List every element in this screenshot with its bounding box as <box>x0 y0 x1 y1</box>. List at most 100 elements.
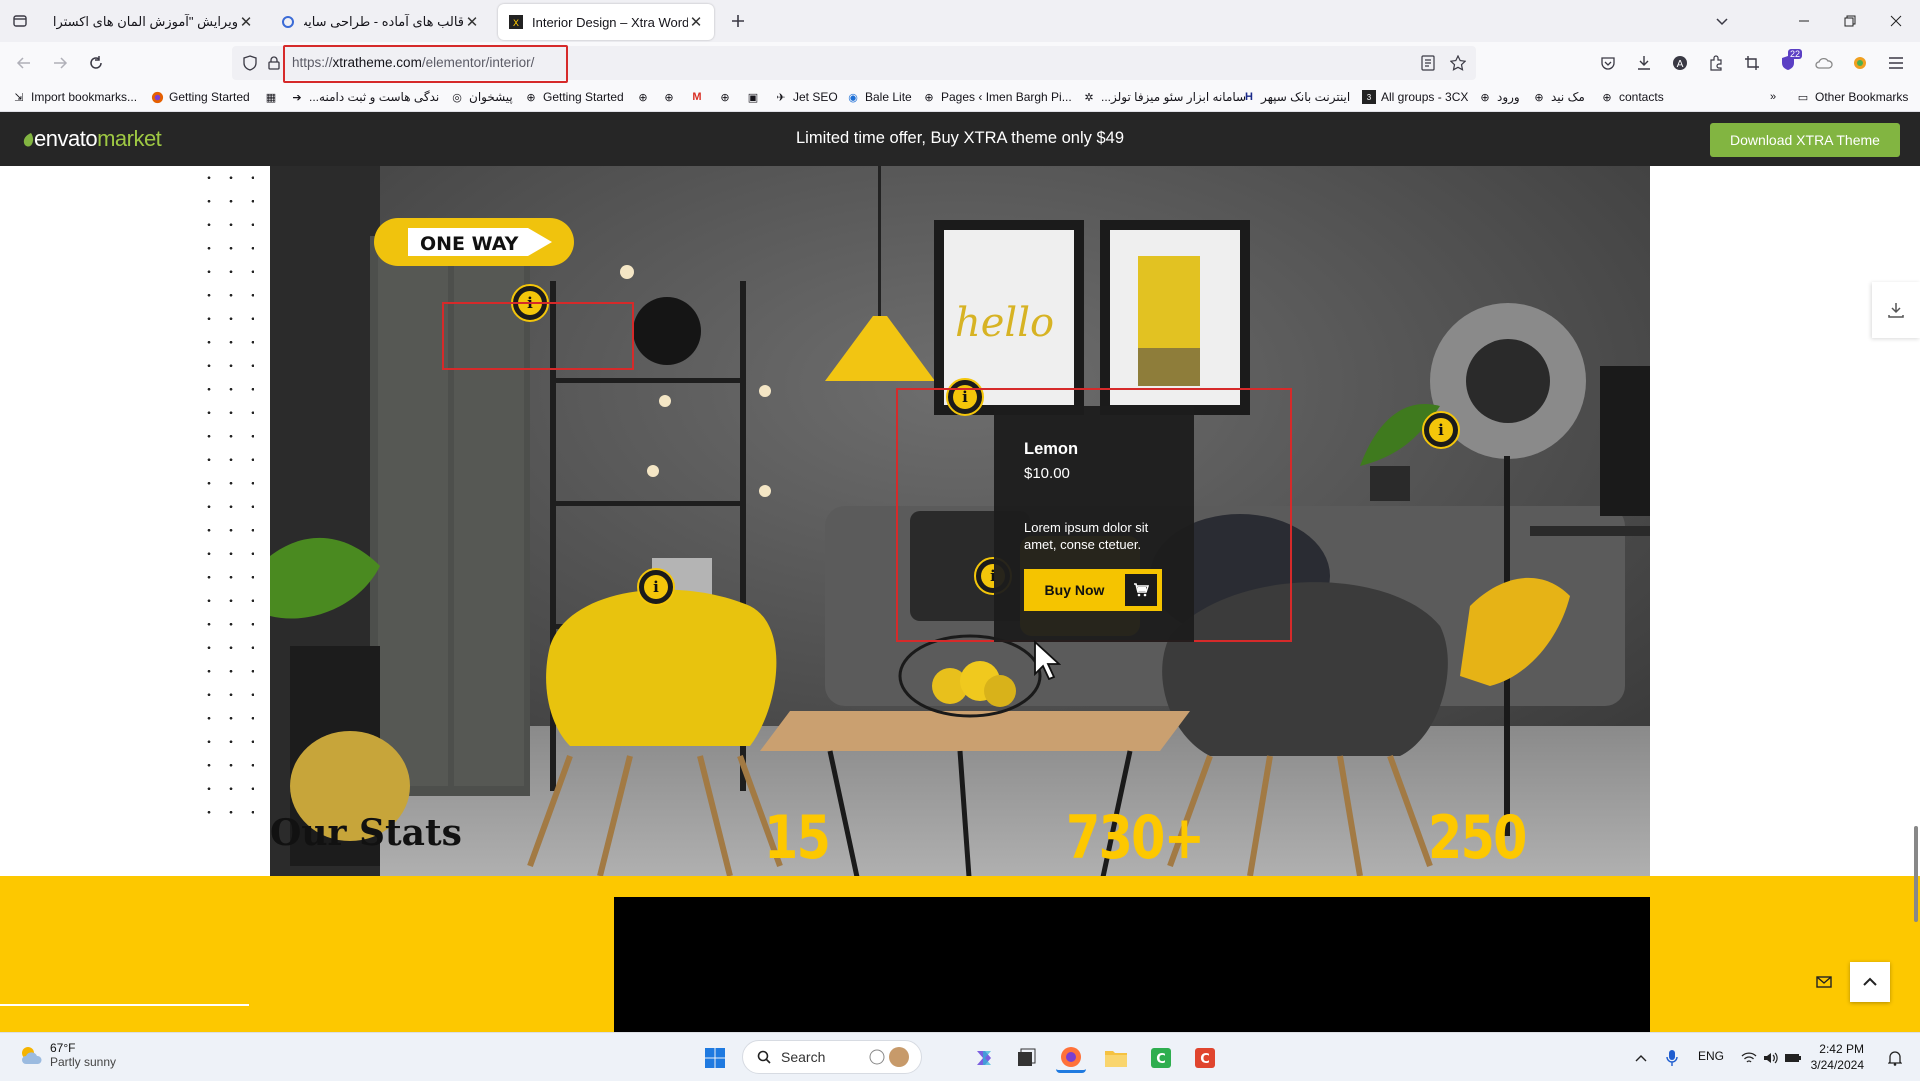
tab-templates[interactable]: قالب های آماده - طراحی سایت ... ✕ <box>270 4 490 40</box>
bookmark-jet-seo[interactable]: ✈ Jet SEO <box>774 90 837 104</box>
downloads-icon[interactable] <box>1628 47 1660 79</box>
notification-bell-icon[interactable] <box>1880 1043 1910 1073</box>
bookmark-other[interactable]: ▭ Other Bookmarks <box>1796 90 1909 104</box>
side-download-button[interactable] <box>1872 282 1920 338</box>
windows-start-icon[interactable] <box>700 1043 730 1073</box>
bookmark-label: ...سامانه ابزار سئو میزفا تولز <box>1101 90 1247 104</box>
extensions-icon[interactable] <box>1700 47 1732 79</box>
copilot-icon[interactable] <box>969 1043 999 1073</box>
colorful-extension-icon[interactable] <box>1844 47 1876 79</box>
bookmark-hosting[interactable]: ➔ ...ندگی هاست و ثبت دامنه <box>290 90 439 104</box>
bookmark-getting-started-2[interactable]: ⊕ Getting Started <box>524 90 623 104</box>
search-highlight-illustration <box>865 1045 913 1069</box>
globe-icon: ⊕ <box>924 91 934 104</box>
tab-element-edit[interactable]: ویرایش "آموزش المان های اکسترا – عل ✕ <box>42 4 264 40</box>
camtasia-red-icon[interactable]: C <box>1190 1043 1220 1073</box>
buy-now-button[interactable]: Buy Now <box>1024 569 1162 611</box>
bookmark-getting-started[interactable]: Getting Started <box>150 90 250 104</box>
bookmark-globe-1[interactable]: ⊕ <box>636 90 655 104</box>
tray-chevron-up-icon[interactable] <box>1626 1043 1656 1073</box>
forward-icon[interactable] <box>44 47 76 79</box>
screenshot-crop-icon[interactable] <box>1736 47 1768 79</box>
pocket-icon[interactable] <box>1592 47 1624 79</box>
globe-icon: ⊕ <box>1602 91 1612 104</box>
file-explorer-icon[interactable] <box>1101 1043 1131 1073</box>
bookmark-login[interactable]: ⊕ ورود <box>1478 90 1519 104</box>
page-scrollbar[interactable] <box>1914 826 1918 922</box>
svg-text:C: C <box>1156 1052 1166 1067</box>
taskbar-search[interactable]: Search <box>742 1040 922 1074</box>
bookmark-pages[interactable]: ⊕ Pages ‹ Imen Bargh Pi... <box>922 90 1072 104</box>
task-view-icon[interactable] <box>1011 1043 1041 1073</box>
search-placeholder: Search <box>781 1049 826 1065</box>
browser-tab-bar: ویرایش "آموزش المان های اکسترا – عل ✕ قا… <box>0 0 1920 42</box>
gear-logo-icon: ✲ <box>1084 91 1094 104</box>
stats-numbers-panel <box>614 897 1650 1032</box>
url-domain: xtratheme.com <box>332 55 422 70</box>
envato-offer-text: Limited time offer, Buy XTRA theme only … <box>795 129 1125 147</box>
microphone-icon[interactable] <box>1657 1043 1687 1073</box>
contact-mail-button[interactable] <box>1804 962 1844 1002</box>
bookmark-globe-2[interactable]: ⊕ <box>662 90 681 104</box>
gmail-icon: M <box>692 91 702 103</box>
bookmark-bale-lite[interactable]: ◉ Bale Lite <box>846 90 912 104</box>
bookmark-globe-3[interactable]: ⊕ <box>718 90 737 104</box>
page-content: ONE WAY hello i i i i i Lemon $10.00 Lor… <box>0 166 1920 1032</box>
buy-now-label: Buy Now <box>1044 582 1105 598</box>
tab-interior-design[interactable]: X Interior Design – Xtra WordPress ✕ <box>498 4 714 40</box>
restore-icon[interactable] <box>1834 5 1866 37</box>
info-icon: i <box>644 575 668 599</box>
stats-heading: Our Stats <box>270 812 462 854</box>
bookmark-contacts[interactable]: ⊕ contacts <box>1600 90 1663 104</box>
bookmarks-overflow[interactable]: » <box>1766 90 1785 104</box>
globe-icon: ⊕ <box>1480 91 1490 104</box>
system-clock[interactable]: 2:42 PM 3/24/2024 <box>1800 1041 1864 1073</box>
close-window-icon[interactable] <box>1880 5 1912 37</box>
mouse-cursor-icon <box>1033 639 1062 685</box>
tab-list-icon[interactable] <box>4 5 36 37</box>
bookmark-gmail[interactable]: M <box>690 90 709 104</box>
bookmark-sepehr-bank[interactable]: H اینترنت بانک سپهر <box>1242 90 1350 104</box>
firefox-icon <box>150 90 164 104</box>
tab-overflow-chevron-icon[interactable] <box>1706 5 1738 37</box>
tab-close-icon[interactable]: ✕ <box>464 14 480 31</box>
clock-date: 3/24/2024 <box>1810 1058 1864 1072</box>
download-xtra-button[interactable]: Download XTRA Theme <box>1710 123 1900 157</box>
one-way-sign-text: ONE WAY <box>420 233 519 255</box>
firefox-taskbar-icon[interactable] <box>1056 1043 1086 1073</box>
bookmark-mac[interactable]: ⊕ مک نید <box>1532 90 1584 104</box>
weather-widget[interactable]: 67°F Partly sunny <box>18 1041 116 1069</box>
url-text[interactable]: https://xtratheme.com/elementor/interior… <box>292 55 534 70</box>
account-icon[interactable]: A <box>1664 47 1696 79</box>
tab-close-icon[interactable]: ✕ <box>688 14 704 31</box>
3cx-icon: 3 <box>1362 90 1376 104</box>
bookmark-import[interactable]: ⇲ Import bookmarks... <box>12 90 137 104</box>
stats-divider-line <box>0 1004 249 1006</box>
bookmark-star-icon[interactable] <box>1442 47 1474 79</box>
back-to-top-button[interactable] <box>1850 962 1890 1002</box>
bookmark-dashboard[interactable]: ◎ پیشخوان <box>450 90 513 104</box>
bookmark-label: Pages ‹ Imen Bargh Pi... <box>941 90 1072 104</box>
bookmark-seo-tools[interactable]: ✲ ...سامانه ابزار سئو میزفا تولز <box>1082 90 1246 104</box>
tab-close-icon[interactable]: ✕ <box>238 14 254 31</box>
globe-icon: ⊕ <box>638 91 648 104</box>
reader-view-icon[interactable] <box>1412 47 1444 79</box>
bookmark-3cx[interactable]: 3 All groups - 3CX <box>1362 90 1468 104</box>
reload-icon[interactable] <box>80 47 112 79</box>
tab-label: Interior Design – Xtra WordPress <box>532 14 688 30</box>
svg-text:X: X <box>513 19 519 29</box>
bookmark-badge[interactable]: ▣ <box>746 90 765 104</box>
product-popup: Lemon $10.00 Lorem ipsum dolor sit amet,… <box>994 406 1194 642</box>
back-icon[interactable] <box>8 47 40 79</box>
extension-shield-icon[interactable]: 22 <box>1772 47 1804 79</box>
poster-hello-text: hello <box>955 300 1054 346</box>
minimize-icon[interactable] <box>1788 5 1820 37</box>
cloud-extension-icon[interactable] <box>1808 47 1840 79</box>
new-tab-icon[interactable] <box>722 5 754 37</box>
bookmark-calendar[interactable]: ▦ <box>264 90 283 104</box>
camtasia-green-icon[interactable]: C <box>1146 1043 1176 1073</box>
product-hotspot-chair[interactable]: i <box>637 568 675 606</box>
product-hotspot-lamp[interactable]: i <box>1422 411 1460 449</box>
language-indicator[interactable]: ENG <box>1698 1049 1724 1063</box>
hamburger-menu-icon[interactable] <box>1880 47 1912 79</box>
